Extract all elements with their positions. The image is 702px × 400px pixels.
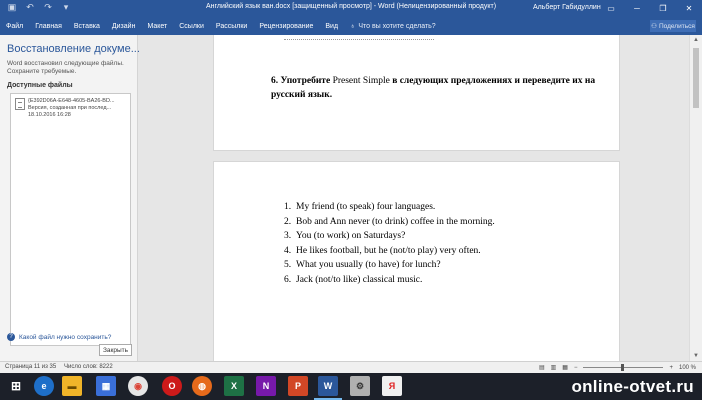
word-count[interactable]: Число слов: 8222 (64, 364, 113, 370)
word-icon[interactable]: W (318, 376, 338, 396)
list-item: 2. Bob and Ann never (to drink) coffee in… (284, 216, 495, 227)
print-layout-icon[interactable]: ▥ (551, 364, 557, 371)
title-bar: ▣ ↶ ↷ ▾ Английский язык ван.docx [защище… (0, 0, 702, 17)
close-icon[interactable]: ✕ (676, 0, 702, 17)
lightbulb-icon: ♁ (350, 22, 356, 30)
ribbon-tabs: Файл Главная Вставка Дизайн Макет Ссылки… (0, 17, 436, 35)
recovery-description: Word восстановил следующие файлы. Сохран… (7, 60, 124, 75)
recovered-file-name: {E392D06A-E648-4605-BA26-BD... (28, 98, 115, 104)
share-label: Поделиться (658, 22, 695, 30)
zoom-in-icon[interactable]: + (669, 365, 673, 371)
zoom-level[interactable]: 100 % (679, 365, 696, 371)
recovery-title: Восстановление докуме... (7, 43, 140, 55)
tab-mailings[interactable]: Рассылки (210, 23, 253, 30)
file-explorer-icon[interactable]: ▬ (62, 376, 82, 396)
help-icon: ? (7, 333, 15, 341)
exercise-list: 1. My friend (to speak) four languages. 2… (284, 202, 495, 289)
task-number: 6. (271, 76, 279, 86)
close-recovery-button[interactable]: Закрыть (99, 344, 132, 356)
document-canvas[interactable]: 6. Употребите Present Simple в следующих… (139, 35, 689, 361)
window-controls: ▭ ─ ❐ ✕ (598, 0, 702, 17)
document-page[interactable]: 1. My friend (to speak) four languages. 2… (213, 161, 620, 361)
available-files-label: Доступные файлы (7, 82, 73, 89)
share-button[interactable]: ⚇ Поделиться (650, 20, 696, 32)
tell-me-placeholder: Что вы хотите сделать? (358, 22, 436, 30)
excel-icon[interactable]: X (224, 376, 244, 396)
web-layout-icon[interactable]: ▦ (562, 364, 568, 371)
zoom-slider[interactable] (583, 364, 664, 371)
windows-start-icon[interactable]: ⊞ (6, 376, 26, 396)
maximize-icon[interactable]: ❐ (650, 0, 676, 17)
help-link-text: Какой файл нужно сохранить? (19, 333, 112, 341)
document-page[interactable]: 6. Употребите Present Simple в следующих… (213, 35, 620, 151)
watermark: online-otvet.ru (571, 377, 694, 396)
tab-references[interactable]: Ссылки (173, 23, 210, 30)
minimize-icon[interactable]: ─ (624, 0, 650, 17)
list-item: 6. Jack (not/to like) classical music. (284, 274, 423, 285)
which-file-help-link[interactable]: ? Какой файл нужно сохранить? (7, 333, 111, 341)
recovered-files-list[interactable]: {E392D06A-E648-4605-BA26-BD... Версия, с… (10, 93, 131, 346)
page-count[interactable]: Страница 11 из 35 (5, 364, 56, 370)
chrome-icon[interactable]: ◉ (128, 376, 148, 396)
tab-view[interactable]: Вид (319, 23, 344, 30)
document-recovery-pane: Восстановление докуме... Word восстанови… (0, 35, 140, 361)
store-icon[interactable]: ▦ (96, 376, 116, 396)
onenote-icon[interactable]: N (256, 376, 276, 396)
tab-review[interactable]: Рецензирование (253, 23, 319, 30)
list-item: 4. He likes football, but he (not/to play… (284, 245, 481, 256)
recovered-file-version: Версия, созданная при послед... (28, 105, 112, 111)
tell-me-box[interactable]: ♁ Что вы хотите сделать? (350, 23, 436, 30)
person-icon: ⚇ (651, 23, 657, 30)
ribbon-display-icon[interactable]: ▭ (598, 0, 624, 17)
opera-icon[interactable]: O (162, 376, 182, 396)
tab-home[interactable]: Главная (29, 23, 68, 30)
tab-file[interactable]: Файл (0, 23, 29, 30)
ie-icon[interactable]: e (34, 376, 54, 396)
vertical-scrollbar[interactable]: ▲ ▼ (689, 35, 702, 361)
tab-layout[interactable]: Макет (141, 23, 173, 30)
list-item: 3. You (to work) on Saturdays? (284, 231, 406, 241)
settings-app-icon[interactable]: ⚙ (350, 376, 370, 396)
tab-insert[interactable]: Вставка (68, 23, 106, 30)
powerpoint-icon[interactable]: P (288, 376, 308, 396)
list-item: 5. What you usually (to have) for lunch? (284, 260, 441, 270)
scroll-down-icon[interactable]: ▼ (690, 353, 702, 359)
recovered-file-item[interactable]: {E392D06A-E648-4605-BA26-BD... Версия, с… (15, 98, 128, 119)
read-mode-icon[interactable]: ▤ (539, 364, 545, 371)
document-icon (15, 98, 25, 110)
firefox-icon[interactable]: ◍ (192, 376, 212, 396)
scroll-up-icon[interactable]: ▲ (690, 37, 702, 43)
task-verb: Употребите (280, 76, 331, 86)
task-heading: 6. Употребите Present Simple в следующих… (271, 74, 601, 102)
scroll-thumb[interactable] (693, 48, 699, 108)
task-tense: Present Simple (332, 76, 390, 86)
ribbon: Файл Главная Вставка Дизайн Макет Ссылки… (0, 17, 702, 35)
yandex-icon[interactable]: Я (382, 376, 402, 396)
recovered-file-date: 18.10.2016 16:28 (28, 112, 71, 118)
zoom-out-icon[interactable]: − (574, 365, 578, 371)
user-name[interactable]: Альберт Габидуллин (533, 4, 601, 11)
status-bar: Страница 11 из 35 Число слов: 8222 ▤ ▥ ▦… (0, 361, 702, 373)
windows-taskbar: ⊞ e ▬ ▦ ◉ O ◍ X N P W ⚙ Я online-otvet.r… (0, 373, 702, 400)
previous-text-fragment (284, 39, 434, 42)
list-item: 1. My friend (to speak) four languages. (284, 202, 436, 212)
tab-design[interactable]: Дизайн (106, 23, 142, 30)
